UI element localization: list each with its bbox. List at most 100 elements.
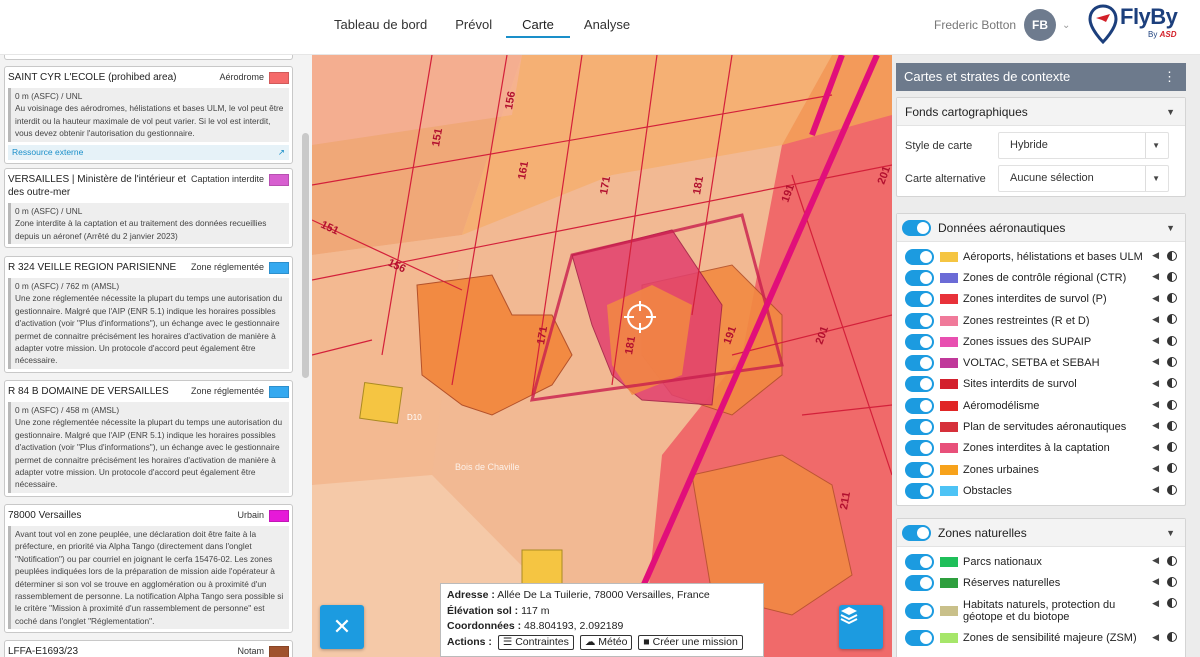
layer-row[interactable]: Aéroports, hélistations et bases ULM ◀ bbox=[897, 246, 1185, 267]
layer-toggle[interactable] bbox=[905, 602, 934, 619]
layer-row[interactable]: Zones restreintes (R et D) ◀ bbox=[897, 310, 1185, 331]
layer-row[interactable]: Zones interdites à la captation ◀ bbox=[897, 438, 1185, 459]
layer-toggle[interactable] bbox=[905, 440, 934, 457]
caret-left-icon[interactable]: ◀ bbox=[1152, 442, 1159, 453]
caret-left-icon[interactable]: ◀ bbox=[1152, 463, 1159, 474]
layer-row[interactable]: Zones de sensibilité majeure (ZSM) ◀ bbox=[897, 628, 1185, 649]
layer-toggle[interactable] bbox=[905, 269, 934, 286]
opacity-icon[interactable] bbox=[1167, 314, 1177, 325]
layer-row[interactable]: VOLTAC, SETBA et SEBAH ◀ bbox=[897, 352, 1185, 373]
scrollbar-thumb[interactable] bbox=[302, 133, 309, 378]
layer-row[interactable]: Sites interdits de survol ◀ bbox=[897, 374, 1185, 395]
layer-row[interactable]: Habitats naturels, protection du géotope… bbox=[897, 594, 1185, 628]
zone-card[interactable]: R 324 VEILLE REGION PARISIENNE Zone régl… bbox=[4, 256, 293, 373]
caret-left-icon[interactable]: ◀ bbox=[1152, 271, 1159, 282]
opacity-icon[interactable] bbox=[1167, 250, 1177, 261]
layer-legend-icon bbox=[940, 422, 958, 433]
caret-left-icon[interactable]: ◀ bbox=[1152, 555, 1159, 566]
zone-name: R 84 B DOMAINE DE VERSAILLES bbox=[8, 386, 169, 397]
layer-toggle[interactable] bbox=[905, 291, 934, 308]
section-header[interactable]: Données aéronautiques ▼ bbox=[897, 214, 1185, 242]
caret-left-icon[interactable]: ◀ bbox=[1152, 576, 1159, 587]
tab-prevol[interactable]: Prévol bbox=[441, 0, 506, 38]
caret-down-icon[interactable]: ▼ bbox=[1166, 223, 1175, 233]
tab-analyse[interactable]: Analyse bbox=[570, 0, 644, 38]
opacity-icon[interactable] bbox=[1167, 271, 1177, 282]
opacity-icon[interactable] bbox=[1167, 555, 1177, 566]
layer-toggle[interactable] bbox=[905, 574, 934, 591]
layer-toggle[interactable] bbox=[905, 461, 934, 478]
opacity-icon[interactable] bbox=[1167, 378, 1177, 389]
caret-left-icon[interactable]: ◀ bbox=[1152, 250, 1159, 261]
opacity-icon[interactable] bbox=[1167, 463, 1177, 474]
section-header[interactable]: Zones naturelles ▼ bbox=[897, 519, 1185, 547]
layer-toggle[interactable] bbox=[905, 355, 934, 372]
user-menu[interactable]: Frederic Botton FB ⌄ bbox=[934, 0, 1070, 50]
alt-map-select[interactable]: Aucune sélection ▼ bbox=[998, 165, 1169, 192]
layer-toggle[interactable] bbox=[905, 312, 934, 329]
section-header[interactable]: Fonds cartographiques ▼ bbox=[897, 98, 1185, 126]
layer-toggle[interactable] bbox=[905, 333, 934, 350]
basemaps-section: Fonds cartographiques ▼ Style de carte H… bbox=[896, 97, 1186, 197]
caret-left-icon[interactable]: ◀ bbox=[1152, 356, 1159, 367]
natural-zones-toggle[interactable] bbox=[902, 524, 931, 541]
opacity-icon[interactable] bbox=[1167, 442, 1177, 453]
caret-left-icon[interactable]: ◀ bbox=[1152, 399, 1159, 410]
weather-button[interactable]: ☁ Météo bbox=[579, 634, 633, 650]
avatar[interactable]: FB bbox=[1024, 9, 1057, 41]
external-resource-link[interactable]: Ressource externe ↗ bbox=[8, 144, 289, 160]
close-map-button[interactable]: ✕ bbox=[320, 605, 364, 649]
layer-row[interactable]: Zones urbaines ◀ bbox=[897, 459, 1185, 480]
layer-toggle[interactable] bbox=[905, 419, 934, 436]
opacity-icon[interactable] bbox=[1167, 598, 1177, 609]
chevron-down-icon[interactable]: ⌄ bbox=[1062, 20, 1070, 31]
opacity-icon[interactable] bbox=[1167, 356, 1177, 367]
caret-left-icon[interactable]: ◀ bbox=[1152, 484, 1159, 495]
opacity-icon[interactable] bbox=[1167, 335, 1177, 346]
opacity-icon[interactable] bbox=[1167, 420, 1177, 431]
caret-left-icon[interactable]: ◀ bbox=[1152, 420, 1159, 431]
more-options-icon[interactable]: ⋮ bbox=[1163, 63, 1176, 91]
caret-left-icon[interactable]: ◀ bbox=[1152, 314, 1159, 325]
layer-row[interactable]: Aéromodélisme ◀ bbox=[897, 395, 1185, 416]
layer-row[interactable]: Parcs nationaux ◀ bbox=[897, 551, 1185, 572]
layer-toggle[interactable] bbox=[905, 553, 934, 570]
constraints-button[interactable]: ☰ Contraintes bbox=[497, 634, 574, 650]
opacity-icon[interactable] bbox=[1167, 484, 1177, 495]
layer-toggle[interactable] bbox=[905, 482, 934, 499]
opacity-icon[interactable] bbox=[1167, 576, 1177, 587]
caret-left-icon[interactable]: ◀ bbox=[1152, 598, 1159, 609]
caret-left-icon[interactable]: ◀ bbox=[1152, 632, 1159, 643]
caret-down-icon[interactable]: ▼ bbox=[1166, 107, 1175, 117]
layer-row[interactable]: Obstacles ◀ bbox=[897, 480, 1185, 501]
layers-button[interactable] bbox=[839, 605, 883, 649]
caret-down-icon[interactable]: ▼ bbox=[1166, 528, 1175, 538]
caret-left-icon[interactable]: ◀ bbox=[1152, 335, 1159, 346]
opacity-icon[interactable] bbox=[1167, 399, 1177, 410]
flyby-logo: FlyBy By ASD bbox=[1088, 2, 1200, 46]
layer-row[interactable]: Réserves naturelles ◀ bbox=[897, 572, 1185, 593]
layer-toggle[interactable] bbox=[905, 630, 934, 647]
layer-row[interactable]: Zones de contrôle régional (CTR) ◀ bbox=[897, 267, 1185, 288]
layer-toggle[interactable] bbox=[905, 397, 934, 414]
layer-toggle[interactable] bbox=[905, 376, 934, 393]
map-style-select[interactable]: Hybride ▼ bbox=[998, 132, 1169, 159]
zone-card[interactable]: R 84 B DOMAINE DE VERSAILLES Zone réglem… bbox=[4, 380, 293, 497]
caret-left-icon[interactable]: ◀ bbox=[1152, 293, 1159, 304]
zone-card[interactable]: VERSAILLES | Ministère de l'intérieur et… bbox=[4, 168, 293, 249]
caret-left-icon[interactable]: ◀ bbox=[1152, 378, 1159, 389]
zone-card[interactable]: 78000 Versailles Urbain Avant tout vol e… bbox=[4, 504, 293, 634]
zone-card[interactable]: SAINT CYR L'ECOLE (prohibed area) Aérodr… bbox=[4, 66, 293, 164]
create-mission-button[interactable]: ■ Créer une mission bbox=[638, 634, 743, 650]
layer-toggle[interactable] bbox=[905, 248, 934, 265]
tab-carte[interactable]: Carte bbox=[506, 0, 570, 38]
opacity-icon[interactable] bbox=[1167, 632, 1177, 643]
layer-row[interactable]: Zones issues des SUPAIP ◀ bbox=[897, 331, 1185, 352]
opacity-icon[interactable] bbox=[1167, 293, 1177, 304]
layer-row[interactable]: Plan de servitudes aéronautiques ◀ bbox=[897, 416, 1185, 437]
tab-tableau-de-bord[interactable]: Tableau de bord bbox=[320, 0, 441, 38]
aero-data-toggle[interactable] bbox=[902, 219, 931, 236]
zone-card[interactable]: LFFA-E1693/23 Notam bbox=[4, 640, 293, 657]
layer-row[interactable]: Zones interdites de survol (P) ◀ bbox=[897, 289, 1185, 310]
map-canvas[interactable]: 151 156 161 171 181 191 201 151 156 171 … bbox=[312, 55, 892, 657]
